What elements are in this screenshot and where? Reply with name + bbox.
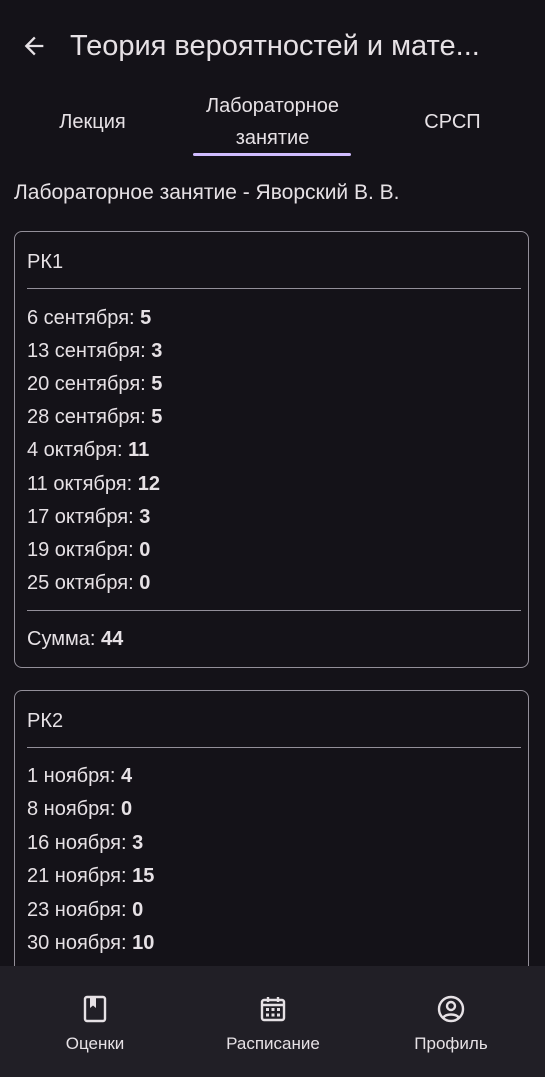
tab-lecture[interactable]: Лекция bbox=[30, 88, 155, 156]
grade-score: 3 bbox=[139, 506, 151, 528]
grade-date: 28 сентября: bbox=[27, 406, 152, 428]
grade-row: 23 ноября: 0 bbox=[27, 896, 143, 924]
grade-row: 28 сентября: 5 bbox=[27, 403, 162, 431]
tab-laboratory[interactable]: Лабораторное занятие bbox=[180, 88, 365, 156]
grade-row: 16 ноября: 3 bbox=[27, 829, 143, 857]
grade-date: 21 ноября: bbox=[27, 865, 133, 887]
grades-card-rk1: РК1 6 сентября: 5 13 сентября: 3 20 сент… bbox=[14, 231, 529, 668]
sum-label: Сумма: bbox=[27, 628, 101, 650]
arrow-back-icon bbox=[24, 36, 44, 56]
grade-date: 6 сентября: bbox=[27, 307, 141, 329]
grade-score: 0 bbox=[132, 899, 144, 921]
app-bar: Теория вероятностей и мате... bbox=[0, 0, 545, 92]
grade-date: 4 октября: bbox=[27, 439, 129, 461]
grade-score: 5 bbox=[151, 406, 163, 428]
grade-score: 0 bbox=[139, 572, 151, 594]
grade-row: 13 сентября: 3 bbox=[27, 337, 162, 365]
grade-row: 25 октября: 0 bbox=[27, 569, 150, 597]
nav-schedule[interactable]: Расписание bbox=[193, 966, 353, 1077]
grade-score: 3 bbox=[151, 340, 163, 362]
grade-date: 16 ноября: bbox=[27, 832, 133, 854]
grade-date: 13 сентября: bbox=[27, 340, 152, 362]
section-subtitle: Лабораторное занятие - Яворский В. В. bbox=[14, 181, 400, 204]
divider bbox=[27, 610, 521, 611]
grade-row: 21 ноября: 15 bbox=[27, 862, 154, 890]
grade-score: 4 bbox=[120, 765, 133, 787]
grade-row: 30 ноября: 10 bbox=[27, 929, 154, 957]
nav-label: Оценки bbox=[65, 1034, 125, 1053]
grade-score: 10 bbox=[132, 932, 155, 954]
account-circle-icon bbox=[436, 994, 466, 1024]
sum-row: Сумма: 44 bbox=[27, 625, 123, 653]
calendar-icon bbox=[258, 994, 288, 1024]
grade-date: 19 октября: bbox=[27, 539, 140, 561]
grade-row: 19 октября: 0 bbox=[27, 536, 150, 564]
grade-row: 17 октября: 3 bbox=[27, 503, 150, 531]
grade-date: 17 октября: bbox=[27, 506, 140, 528]
nav-profile[interactable]: Профиль bbox=[371, 966, 531, 1077]
grade-score: 5 bbox=[140, 307, 152, 329]
grade-date: 1 ноября: bbox=[27, 765, 121, 787]
tab-bar: Лекция Лабораторное занятие СРСП bbox=[0, 88, 545, 156]
grade-date: 20 сентября: bbox=[27, 373, 152, 395]
grade-score: 11 bbox=[128, 439, 150, 461]
back-button[interactable] bbox=[18, 28, 50, 64]
grade-row: 20 сентября: 5 bbox=[27, 370, 162, 398]
tab-srsp[interactable]: СРСП bbox=[400, 88, 505, 156]
grade-score: 0 bbox=[139, 539, 151, 561]
page-title: Теория вероятностей и мате... bbox=[70, 30, 480, 62]
divider bbox=[27, 288, 521, 289]
grade-date: 25 октября: bbox=[27, 572, 140, 594]
grade-score: 5 bbox=[151, 373, 163, 395]
grade-score: 15 bbox=[132, 865, 155, 887]
grade-row: 1 ноября: 4 bbox=[27, 762, 132, 790]
grade-date: 8 ноября: bbox=[27, 798, 121, 820]
grade-row: 4 октября: 11 bbox=[27, 436, 149, 464]
nav-label: Расписание bbox=[226, 1034, 320, 1053]
tab-indicator bbox=[193, 153, 351, 156]
grade-row: 11 октября: 12 bbox=[27, 470, 160, 498]
nav-label: Профиль bbox=[414, 1034, 488, 1053]
card-title: РК2 bbox=[27, 710, 64, 732]
grade-date: 23 ноября: bbox=[27, 899, 133, 921]
nav-grades[interactable]: Оценки bbox=[15, 966, 175, 1077]
grade-score: 0 bbox=[120, 798, 133, 820]
grade-score: 12 bbox=[137, 473, 160, 495]
bottom-navigation: Оценки Расписание Профиль bbox=[0, 966, 545, 1077]
grade-row: 8 ноября: 0 bbox=[27, 795, 132, 823]
grade-score: 3 bbox=[132, 832, 144, 854]
book-icon bbox=[80, 994, 110, 1024]
card-title: РК1 bbox=[27, 251, 64, 273]
sum-value: 44 bbox=[100, 628, 124, 650]
grade-row: 6 сентября: 5 bbox=[27, 304, 151, 332]
grade-date: 11 октября: bbox=[27, 473, 138, 495]
divider bbox=[27, 747, 521, 748]
grade-date: 30 ноября: bbox=[27, 932, 133, 954]
